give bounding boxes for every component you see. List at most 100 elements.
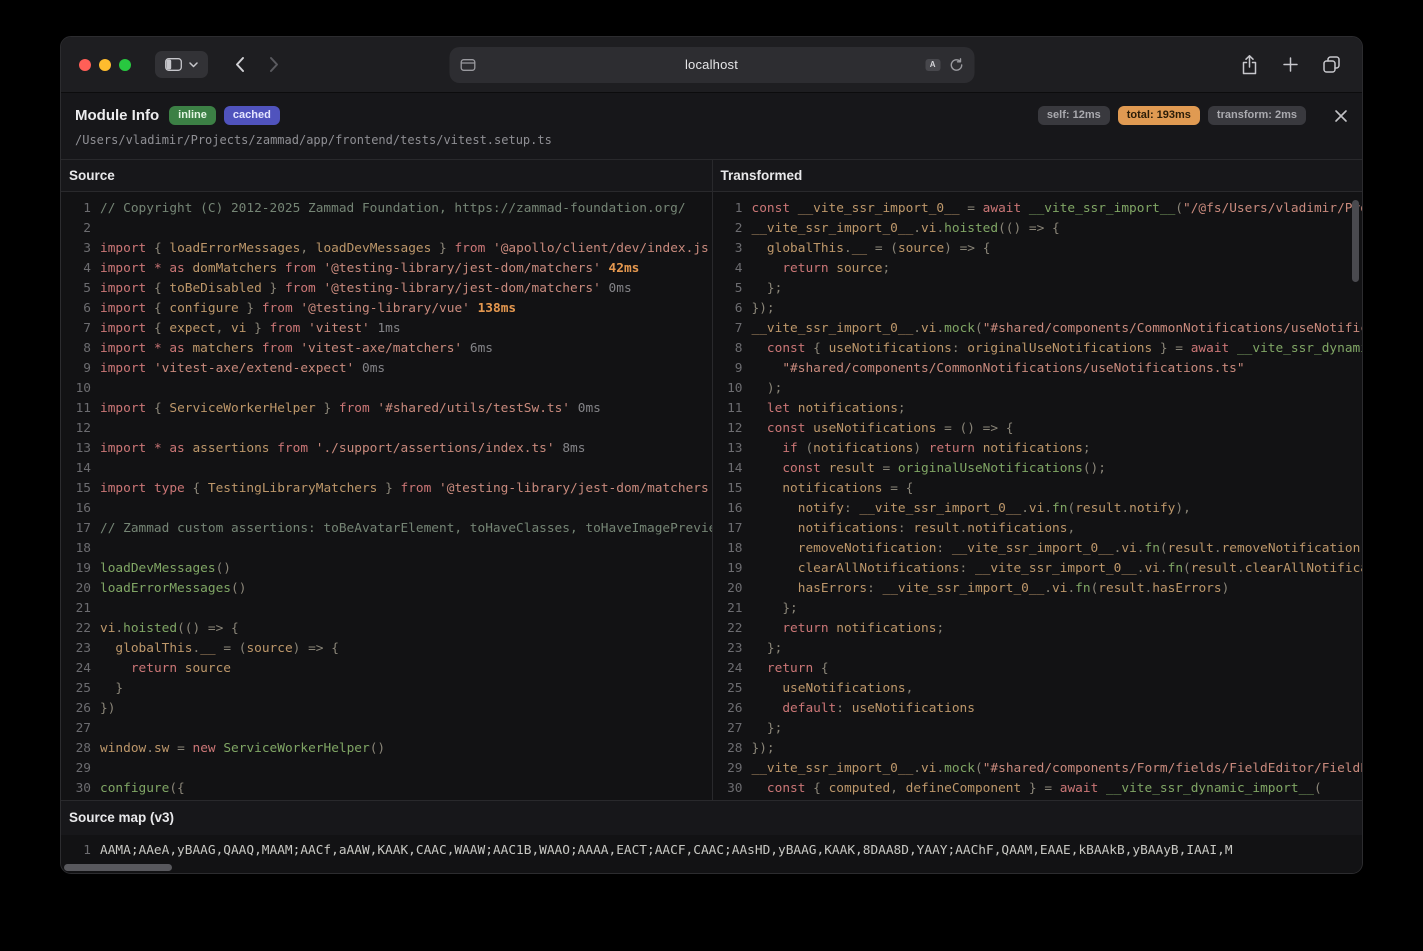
line-number: 28 — [61, 739, 91, 759]
source-pane[interactable]: 1// Copyright (C) 2012-2025 Zammad Found… — [61, 192, 712, 800]
line-number: 13 — [61, 439, 91, 459]
share-icon[interactable] — [1241, 55, 1258, 75]
sourcemap-mappings: AAMA;AAeA,yBAAG,QAAQ,MAAM;AACf,aAAW,KAAK… — [100, 841, 1233, 861]
sourcemap-line: 1 AAMA;AAeA,yBAAG,QAAQ,MAAM;AACf,aAAW,KA… — [61, 841, 1362, 861]
line-number: 17 — [61, 519, 91, 539]
code-line: 26}) — [61, 699, 712, 719]
code-line: 15 notifications = { — [713, 479, 1363, 499]
line-number: 24 — [713, 659, 743, 679]
line-number: 16 — [61, 499, 91, 519]
code-line: 28window.sw = new ServiceWorkerHelper() — [61, 739, 712, 759]
line-number: 12 — [713, 419, 743, 439]
code-line: 6}); — [713, 299, 1363, 319]
line-number: 11 — [61, 399, 91, 419]
module-info-header: Module Info inline cached self: 12mstotal… — [61, 93, 1362, 159]
code-line: 28}); — [713, 739, 1363, 759]
code-line: 19loadDevMessages() — [61, 559, 712, 579]
line-number: 21 — [61, 599, 91, 619]
sourcemap-body[interactable]: 1 AAMA;AAeA,yBAAG,QAAQ,MAAM;AACf,aAAW,KA… — [61, 835, 1362, 873]
line-number: 11 — [713, 399, 743, 419]
line-number: 19 — [61, 559, 91, 579]
transformed-code: 1const __vite_ssr_import_0__ = await __v… — [713, 199, 1363, 799]
line-number: 30 — [713, 779, 743, 799]
line-number: 9 — [713, 359, 743, 379]
code-line: 25 useNotifications, — [713, 679, 1363, 699]
code-line: 19 clearAllNotifications: __vite_ssr_imp… — [713, 559, 1363, 579]
line-number: 15 — [713, 479, 743, 499]
line-number: 8 — [61, 339, 91, 359]
back-button[interactable] — [234, 56, 245, 73]
transformed-pane[interactable]: 1const __vite_ssr_import_0__ = await __v… — [712, 192, 1363, 800]
line-number: 12 — [61, 419, 91, 439]
source-pane-header: Source — [61, 160, 712, 191]
line-number: 18 — [713, 539, 743, 559]
line-number: 27 — [61, 719, 91, 739]
code-line: 23 }; — [713, 639, 1363, 659]
badge-self-12ms: self: 12ms — [1038, 106, 1110, 125]
line-number: 21 — [713, 599, 743, 619]
code-line: 7__vite_ssr_import_0__.vi.mock("#shared/… — [713, 319, 1363, 339]
address-bar[interactable]: localhost A — [449, 47, 974, 83]
code-line: 30 const { computed, defineComponent } =… — [713, 779, 1363, 799]
reload-icon[interactable] — [949, 58, 963, 72]
sourcemap-line-number: 1 — [61, 841, 91, 861]
line-number: 27 — [713, 719, 743, 739]
nav-arrows — [234, 56, 280, 73]
code-line: 8 const { useNotifications: originalUseN… — [713, 339, 1363, 359]
code-line: 23 globalThis.__ = (source) => { — [61, 639, 712, 659]
code-line: 16 notify: __vite_ssr_import_0__.vi.fn(r… — [713, 499, 1363, 519]
code-line: 30configure({ — [61, 779, 712, 799]
line-number: 4 — [713, 259, 743, 279]
line-number: 28 — [713, 739, 743, 759]
line-number: 2 — [61, 219, 91, 239]
close-window-button[interactable] — [79, 59, 91, 71]
line-number: 3 — [713, 239, 743, 259]
line-number: 1 — [61, 199, 91, 219]
tab-overview-icon[interactable] — [1323, 56, 1340, 73]
minimize-window-button[interactable] — [99, 59, 111, 71]
code-line: 13 if (notifications) return notificatio… — [713, 439, 1363, 459]
page-title: Module Info — [75, 107, 159, 124]
close-panel-button[interactable] — [1334, 109, 1348, 123]
line-number: 26 — [61, 699, 91, 719]
code-line: 15import type { TestingLibraryMatchers }… — [61, 479, 712, 499]
line-number: 23 — [713, 639, 743, 659]
code-line: 17 notifications: result.notifications, — [713, 519, 1363, 539]
line-number: 25 — [713, 679, 743, 699]
code-line: 27 }; — [713, 719, 1363, 739]
line-number: 19 — [713, 559, 743, 579]
code-line: 7import { expect, vi } from 'vitest' 1ms — [61, 319, 712, 339]
sidebar-toggle-button[interactable] — [155, 51, 208, 78]
code-line: 25 } — [61, 679, 712, 699]
line-number: 7 — [61, 319, 91, 339]
line-number: 25 — [61, 679, 91, 699]
chevron-down-icon — [189, 62, 198, 68]
vertical-scrollbar-thumb[interactable] — [1352, 200, 1359, 282]
line-number: 3 — [61, 239, 91, 259]
code-line: 17// Zammad custom assertions: toBeAvata… — [61, 519, 712, 539]
line-number: 14 — [713, 459, 743, 479]
site-settings-icon[interactable] — [460, 59, 475, 71]
badge-inline: inline — [169, 106, 216, 125]
code-line: 27 — [61, 719, 712, 739]
horizontal-scrollbar-thumb[interactable] — [64, 864, 172, 871]
line-number: 13 — [713, 439, 743, 459]
line-number: 10 — [713, 379, 743, 399]
zoom-window-button[interactable] — [119, 59, 131, 71]
code-line: 22vi.hoisted(() => { — [61, 619, 712, 639]
translate-icon[interactable]: A — [926, 59, 940, 71]
new-tab-icon[interactable] — [1283, 57, 1298, 72]
line-number: 9 — [61, 359, 91, 379]
forward-button[interactable] — [269, 56, 280, 73]
url-text[interactable]: localhost — [449, 57, 974, 72]
code-line: 24 return { — [713, 659, 1363, 679]
code-line: 11 let notifications; — [713, 399, 1363, 419]
badge-transform-2ms: transform: 2ms — [1208, 106, 1306, 125]
line-number: 8 — [713, 339, 743, 359]
badge-cached: cached — [224, 106, 280, 125]
code-line: 29 — [61, 759, 712, 779]
line-number: 4 — [61, 259, 91, 279]
line-number: 6 — [61, 299, 91, 319]
code-line: 10 ); — [713, 379, 1363, 399]
timing-badges: self: 12mstotal: 193mstransform: 2ms — [1038, 106, 1306, 125]
